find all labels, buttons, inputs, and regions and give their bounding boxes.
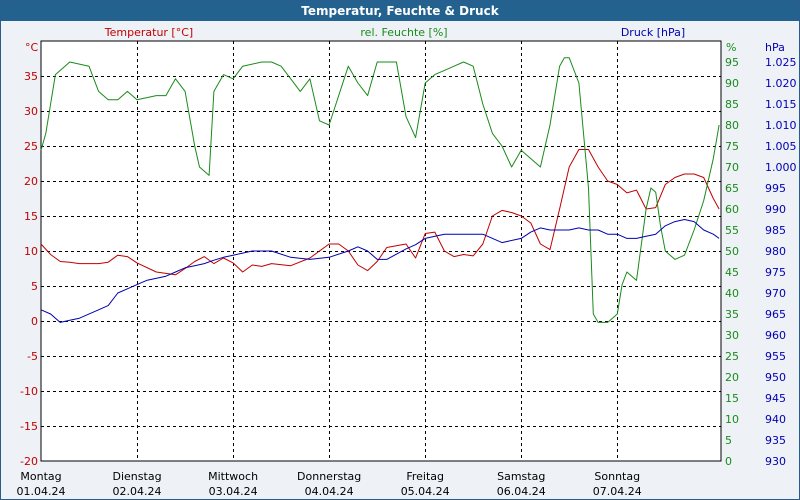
x-tick-day: Sonntag — [594, 470, 640, 483]
tick-label-temperature: -15 — [20, 420, 38, 433]
axis-label-temperature: Temperatur [°C] — [104, 26, 193, 39]
tick-label-humidity: 25 — [725, 350, 739, 363]
x-tick-date: 04.04.24 — [305, 485, 354, 498]
tick-label-pressure: 945 — [765, 392, 786, 405]
x-tick-date: 02.04.24 — [113, 485, 162, 498]
tick-label-humidity: 5 — [725, 434, 732, 447]
tick-label-humidity: 15 — [725, 392, 739, 405]
tick-label-humidity: 90 — [725, 77, 739, 90]
axis-label-humidity: rel. Feuchte [%] — [360, 26, 447, 39]
x-tick-date: 01.04.24 — [17, 485, 66, 498]
tick-label-humidity: 35 — [725, 308, 739, 321]
tick-label-temperature: -10 — [20, 385, 38, 398]
tick-label-temperature: 20 — [24, 175, 38, 188]
chart-area: Temperatur [°C] rel. Feuchte [%] Druck [… — [17, 26, 797, 498]
tick-label-pressure: 1.025 — [765, 56, 797, 69]
tick-label-pressure: 980 — [765, 245, 786, 258]
tick-label-pressure: 1.000 — [765, 161, 797, 174]
tick-label-humidity: 10 — [725, 413, 739, 426]
unit-temperature: °C — [25, 41, 39, 54]
tick-label-pressure: 1.015 — [765, 98, 797, 111]
tick-label-pressure: 1.005 — [765, 140, 797, 153]
x-tick-day: Samstag — [497, 470, 545, 483]
x-tick-day: Freitag — [406, 470, 444, 483]
x-tick-date: 07.04.24 — [593, 485, 642, 498]
tick-label-pressure: 1.020 — [765, 77, 797, 90]
tick-label-pressure: 960 — [765, 329, 786, 342]
tick-label-humidity: 80 — [725, 119, 739, 132]
tick-label-temperature: 15 — [24, 210, 38, 223]
tick-label-humidity: 45 — [725, 266, 739, 279]
tick-label-temperature: 25 — [24, 140, 38, 153]
chart-window: Temperatur, Feuchte & Druck Temperatur [… — [0, 0, 800, 500]
tick-label-pressure: 990 — [765, 203, 786, 216]
tick-label-pressure: 930 — [765, 455, 786, 468]
tick-label-temperature: 10 — [24, 245, 38, 258]
unit-pressure: hPa — [765, 41, 785, 54]
x-tick-date: 05.04.24 — [401, 485, 450, 498]
x-tick-day: Mittwoch — [208, 470, 258, 483]
tick-label-temperature: 0 — [31, 315, 38, 328]
tick-label-pressure: 965 — [765, 308, 786, 321]
axis-label-pressure: Druck [hPa] — [621, 26, 685, 39]
tick-label-temperature: 30 — [24, 105, 38, 118]
tick-label-humidity: 85 — [725, 98, 739, 111]
tick-label-humidity: 70 — [725, 161, 739, 174]
tick-label-temperature: -5 — [27, 350, 38, 363]
tick-label-temperature: 5 — [31, 280, 38, 293]
tick-label-pressure: 950 — [765, 371, 786, 384]
tick-label-temperature: 35 — [24, 70, 38, 83]
tick-label-humidity: 30 — [725, 329, 739, 342]
tick-label-humidity: 50 — [725, 245, 739, 258]
tick-label-pressure: 1.010 — [765, 119, 797, 132]
tick-label-pressure: 970 — [765, 287, 786, 300]
tick-label-pressure: 975 — [765, 266, 786, 279]
tick-label-humidity: 0 — [725, 455, 732, 468]
tick-label-pressure: 935 — [765, 434, 786, 447]
x-tick-date: 06.04.24 — [497, 485, 546, 498]
tick-label-humidity: 60 — [725, 203, 739, 216]
tick-label-humidity: 75 — [725, 140, 739, 153]
tick-label-humidity: 40 — [725, 287, 739, 300]
tick-label-pressure: 940 — [765, 413, 786, 426]
tick-label-humidity: 20 — [725, 371, 739, 384]
tick-label-pressure: 955 — [765, 350, 786, 363]
x-tick-day: Donnerstag — [297, 470, 361, 483]
tick-label-humidity: 55 — [725, 224, 739, 237]
x-tick-day: Dienstag — [113, 470, 162, 483]
x-tick-date: 03.04.24 — [209, 485, 258, 498]
x-tick-day: Montag — [20, 470, 61, 483]
tick-label-humidity: 95 — [725, 56, 739, 69]
tick-label-pressure: 985 — [765, 224, 786, 237]
tick-label-humidity: 65 — [725, 182, 739, 195]
tick-label-temperature: -20 — [20, 455, 38, 468]
unit-humidity: % — [726, 41, 736, 54]
tick-label-pressure: 995 — [765, 182, 786, 195]
